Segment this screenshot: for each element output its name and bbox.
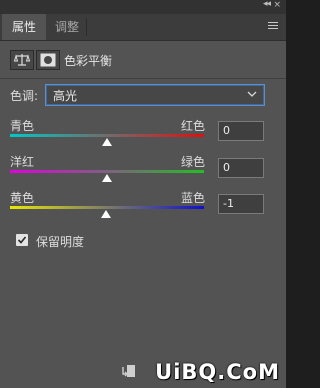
slider-cyan-label: 青色 bbox=[10, 119, 35, 133]
cyan-red-track[interactable] bbox=[10, 134, 204, 137]
color-balance-icon[interactable] bbox=[10, 50, 34, 70]
adjustment-title: 色彩平衡 bbox=[64, 54, 113, 68]
tab-divider bbox=[86, 18, 87, 36]
slider-magenta-label: 洋红 bbox=[10, 155, 35, 169]
properties-panel: ◂◂ × 属性 调整 色彩平衡 色调: 高光 青色 红色 0 洋红 绿色 0 黄… bbox=[0, 0, 286, 388]
watermark: UiBQ.CoM bbox=[155, 360, 280, 384]
magenta-green-track[interactable] bbox=[10, 170, 204, 173]
close-icon[interactable]: × bbox=[273, 0, 281, 10]
magenta-green-value-field[interactable]: 0 bbox=[218, 158, 264, 178]
slider-yellow-label: 黄色 bbox=[10, 191, 35, 205]
tab-adjustments-label: 调整 bbox=[54, 20, 79, 34]
cyan-red-value: 0 bbox=[223, 124, 230, 137]
preserve-luminosity-label: 保留明度 bbox=[36, 235, 85, 249]
tone-label: 色调: bbox=[10, 89, 39, 103]
yellow-blue-track[interactable] bbox=[10, 206, 204, 209]
preserve-luminosity-checkbox[interactable] bbox=[16, 234, 28, 246]
panel-menu-icon[interactable] bbox=[268, 22, 278, 30]
chevron-down-icon bbox=[247, 91, 257, 97]
checkmark-icon bbox=[17, 236, 27, 244]
header-divider bbox=[0, 78, 286, 79]
tone-select-value: 高光 bbox=[53, 89, 78, 103]
magenta-green-thumb[interactable] bbox=[102, 174, 112, 182]
slider-green-label: 绿色 bbox=[181, 155, 206, 169]
yellow-blue-thumb[interactable] bbox=[101, 210, 112, 218]
yellow-blue-value-field[interactable]: -1 bbox=[218, 194, 264, 214]
yellow-blue-value: -1 bbox=[223, 197, 234, 210]
panel-titlebar: ◂◂ × bbox=[0, 0, 286, 14]
cyan-red-value-field[interactable]: 0 bbox=[218, 121, 264, 141]
tone-select[interactable]: 高光 bbox=[45, 84, 265, 106]
tab-properties[interactable]: 属性 bbox=[2, 14, 46, 40]
tab-bar: 属性 调整 bbox=[0, 14, 286, 41]
adjustment-header: 色彩平衡 bbox=[0, 44, 286, 76]
clip-to-layer-icon[interactable] bbox=[120, 363, 136, 379]
collapse-icon[interactable]: ◂◂ bbox=[263, 0, 271, 9]
slider-blue-label: 蓝色 bbox=[181, 191, 206, 205]
tab-adjustments[interactable]: 调整 bbox=[48, 14, 87, 40]
slider-red-label: 红色 bbox=[181, 119, 206, 133]
magenta-green-value: 0 bbox=[223, 161, 230, 174]
cyan-red-thumb[interactable] bbox=[102, 138, 112, 146]
mask-icon[interactable] bbox=[36, 50, 60, 70]
